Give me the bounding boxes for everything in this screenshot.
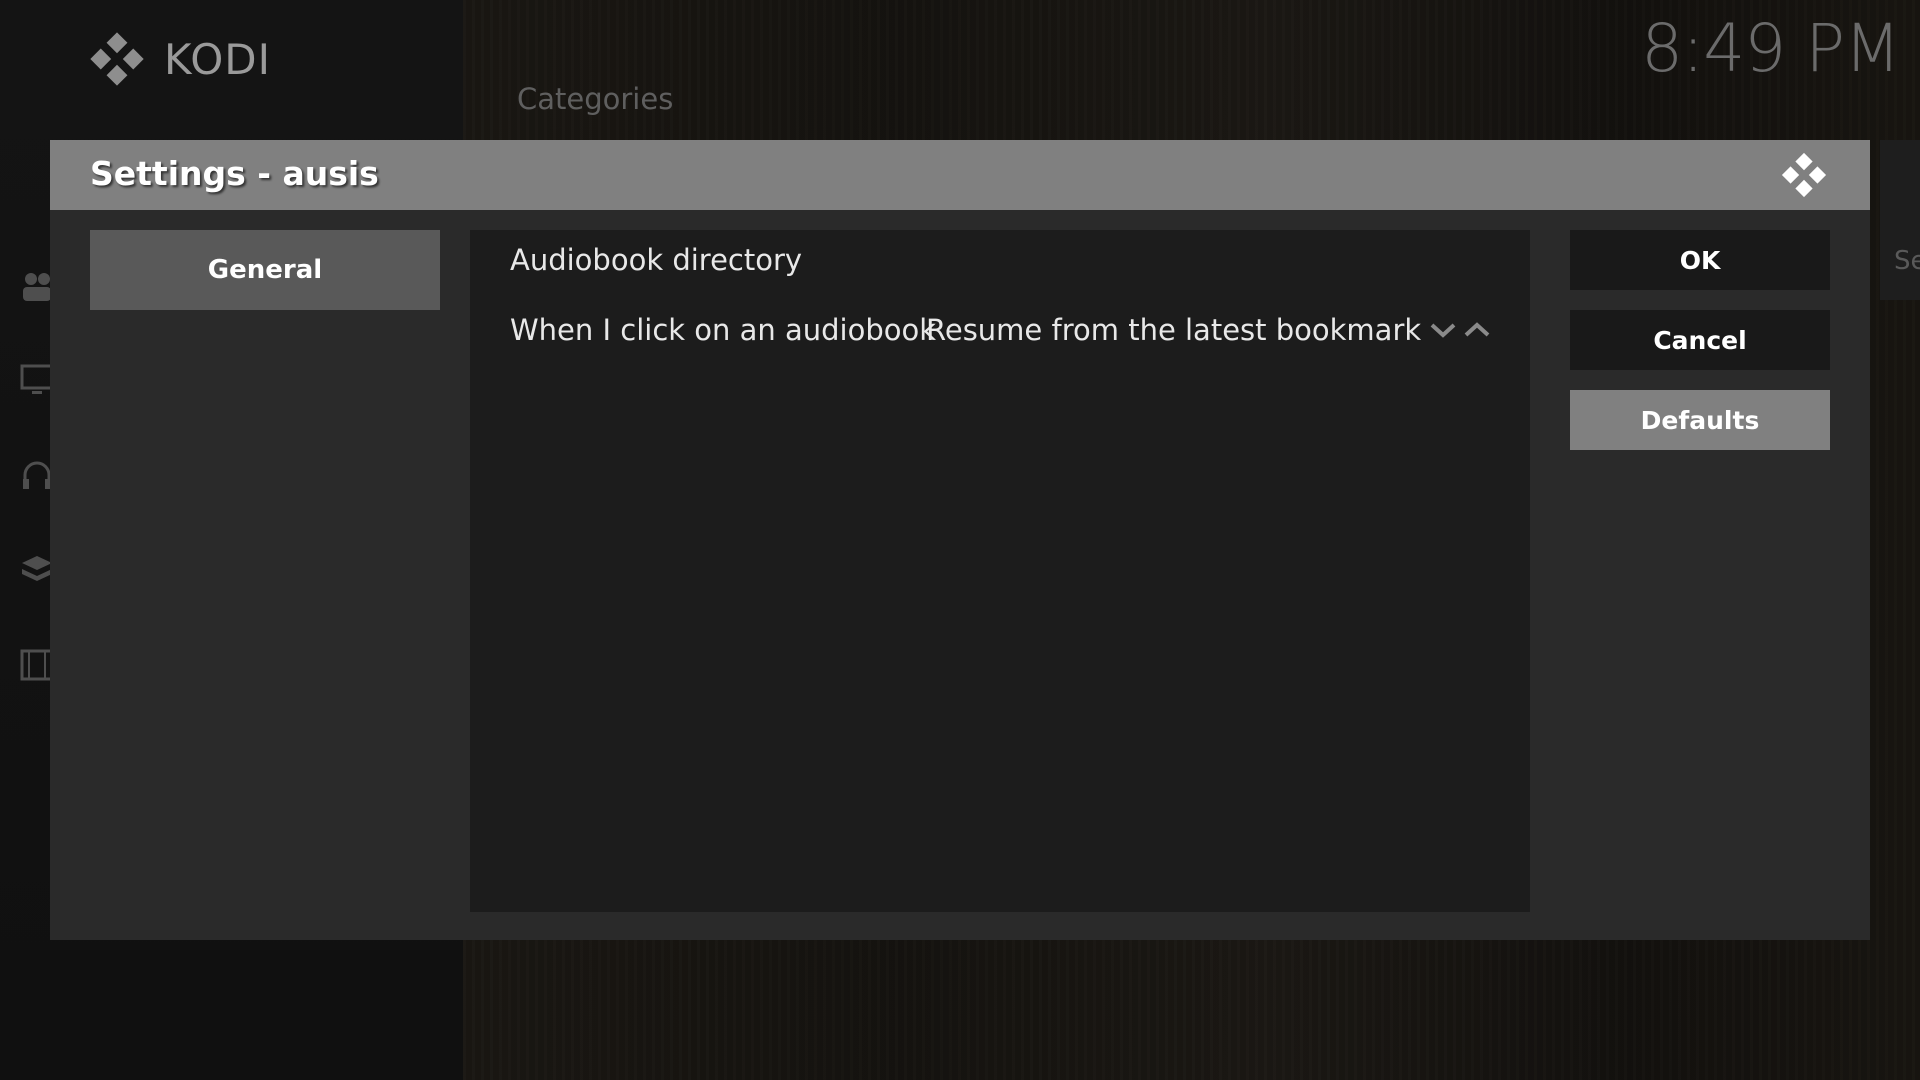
settings-dialog: Settings - ausis General Audiobook direc… — [50, 140, 1870, 940]
cancel-button[interactable]: Cancel — [1570, 310, 1830, 370]
tv-icon — [20, 360, 54, 400]
clock: 8:49 PM — [1641, 10, 1901, 87]
setting-audiobook-directory[interactable]: Audiobook directory — [470, 230, 1530, 290]
settings-list: Audiobook directory When I click on an a… — [470, 230, 1530, 912]
setting-value: Resume from the latest bookmark — [926, 313, 1422, 347]
dialog-buttons: OK Cancel Defaults — [1570, 230, 1830, 470]
kodi-brand-text: KODI — [164, 34, 272, 84]
setting-label: When I click on an audiobook — [510, 313, 937, 347]
kodi-logo-icon — [1781, 152, 1827, 198]
dialog-title: Settings - ausis — [90, 154, 379, 193]
background-peek-text: Se — [1894, 246, 1920, 276]
movies-icon — [20, 645, 54, 685]
setting-label: Audiobook directory — [510, 243, 803, 277]
ok-button[interactable]: OK — [1570, 230, 1830, 290]
kodi-logo-icon — [90, 32, 144, 86]
background-panel-peek — [1880, 140, 1920, 300]
home-section-label: Categories — [517, 82, 674, 116]
dialog-header: Settings - ausis — [50, 140, 1870, 210]
category-general[interactable]: General — [90, 230, 440, 310]
addons-icon — [20, 550, 54, 590]
category-list: General — [90, 230, 440, 310]
defaults-button[interactable]: Defaults — [1570, 390, 1830, 450]
spin-up-icon[interactable] — [1462, 318, 1492, 342]
kodi-brand: KODI — [88, 30, 271, 88]
spin-control — [1428, 318, 1492, 342]
users-icon — [20, 265, 54, 305]
setting-click-action[interactable]: When I click on an audiobook Resume from… — [470, 300, 1530, 360]
spin-down-icon[interactable] — [1428, 318, 1458, 342]
headphones-icon — [20, 455, 54, 495]
